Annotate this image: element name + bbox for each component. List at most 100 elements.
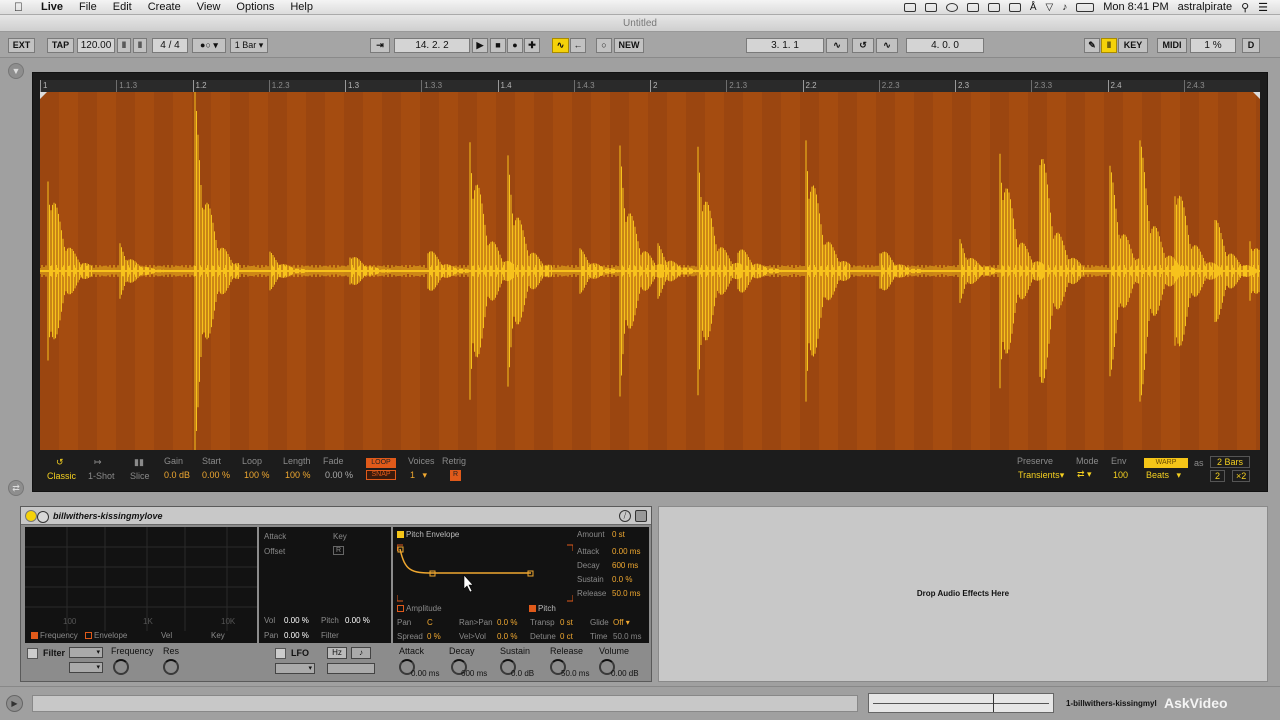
env-decay-value[interactable]: 600 ms <box>612 561 638 570</box>
filter-type-select[interactable]: ▾ <box>69 647 103 658</box>
back-to-arrangement-button[interactable]: ← <box>570 38 586 53</box>
list-icon[interactable]: ☰ <box>1258 1 1268 14</box>
nudge-down-button[interactable]: ‖ <box>117 38 131 53</box>
classic-mode-button[interactable]: Classic <box>47 471 76 481</box>
filter-frequency-knob[interactable] <box>113 659 129 675</box>
double-tempo-button[interactable]: ×2 <box>1232 470 1251 482</box>
record-button[interactable]: ● <box>507 38 523 53</box>
battery-icon[interactable] <box>1076 2 1095 12</box>
ranpan-value[interactable]: 0.0 % <box>497 618 517 627</box>
punch-in-button[interactable]: ∿ <box>826 38 848 53</box>
metronome-button[interactable]: ●○ ▾ <box>192 38 226 53</box>
menu-edit[interactable]: Edit <box>105 1 140 13</box>
start-marker[interactable] <box>40 92 47 99</box>
pitch-envelope-toggle[interactable]: Pitch Envelope <box>397 530 459 539</box>
lfo-sync-button[interactable]: ♪ <box>351 647 371 659</box>
transp-value[interactable]: 0 st <box>560 618 573 627</box>
gain-value[interactable]: 0.0 dB <box>164 470 190 480</box>
velvol-value[interactable]: 0.0 % <box>497 632 517 641</box>
browser-toggle-icon[interactable]: ▼ <box>8 63 24 79</box>
overdub-button[interactable]: ✚ <box>524 38 540 53</box>
automation-arm-button[interactable]: ∿ <box>552 38 569 53</box>
transient-loop-mode-select[interactable]: ⇄ ▾ <box>1077 469 1092 480</box>
play-button[interactable]: ▶ <box>472 38 488 53</box>
tab-amplitude[interactable]: Amplitude <box>397 604 442 613</box>
display-icon[interactable] <box>903 2 916 12</box>
filter-display[interactable]: 100 1K 10K Frequency Envelope Vel Key <box>25 527 257 643</box>
end-marker[interactable] <box>1253 92 1260 99</box>
one-shot-icon[interactable]: ↦ <box>94 457 102 468</box>
filter-res-knob[interactable] <box>163 659 179 675</box>
stop-button[interactable]: ■ <box>490 38 506 53</box>
search-icon[interactable]: ⚲ <box>1241 1 1249 14</box>
play-clip-icon[interactable]: ▶ <box>6 695 23 712</box>
sync-icon[interactable] <box>945 2 958 12</box>
fade-value[interactable]: 0.00 % <box>325 470 353 480</box>
slice-mode-button[interactable]: Slice <box>130 471 150 481</box>
filter-slope-select[interactable]: ▾ <box>69 662 103 673</box>
mod-vol-value[interactable]: 0.00 % <box>284 616 309 625</box>
pan-value[interactable]: C <box>427 618 433 627</box>
session-record-button[interactable]: ○ <box>596 38 612 53</box>
filter-toggle[interactable] <box>27 648 38 659</box>
tab-envelope[interactable]: Envelope <box>85 631 127 640</box>
lfo-toggle[interactable] <box>275 648 286 659</box>
new-button[interactable]: NEW <box>614 38 644 53</box>
env-release-value[interactable]: 50.0 ms <box>612 589 640 598</box>
device-title[interactable]: billwithers-kissingmylove <box>53 511 163 521</box>
device-hot-swap-icon[interactable]: ⧸ <box>619 510 631 522</box>
ext-button[interactable]: EXT <box>8 38 35 53</box>
time-signature-field[interactable]: 4 / 4 <box>152 38 188 53</box>
menu-options[interactable]: Options <box>228 1 282 13</box>
lfo-hz-button[interactable]: Hz <box>327 647 347 659</box>
mod-pitch-value[interactable]: 0.00 % <box>345 616 370 625</box>
menu-app-live[interactable]: Live <box>33 1 71 13</box>
loop-length-field[interactable]: 4. 0. 0 <box>906 38 984 53</box>
retrig-button[interactable]: R <box>450 470 461 481</box>
tab-key[interactable]: Key <box>211 631 225 640</box>
classic-icon[interactable]: ↺ <box>56 457 64 468</box>
quantization-select[interactable]: 1 Bar ▾ <box>230 38 268 53</box>
menu-help[interactable]: Help <box>282 1 321 13</box>
beat-ruler[interactable]: 1 1.1.3 1.2 1.2.3 1.3 1.3.3 1.4 1.4.3 2 2.1.3 2.2 2… <box>40 80 1260 92</box>
loop-switch-button[interactable]: ↺ <box>852 38 874 53</box>
follow-button[interactable]: ⇥ <box>370 38 390 53</box>
dropbox-icon[interactable] <box>1008 2 1021 12</box>
key-map-button[interactable]: KEY <box>1118 38 1148 53</box>
snap-toggle-button[interactable]: SNAP <box>366 470 396 480</box>
start-value[interactable]: 0.00 % <box>202 470 230 480</box>
volume-icon[interactable]: ♪ <box>1062 2 1067 13</box>
lfo-shape-select[interactable]: ▾ <box>275 663 315 674</box>
folder-icon[interactable] <box>987 2 1000 12</box>
warp-button[interactable]: WARP <box>1144 458 1188 468</box>
slice-icon[interactable]: ▮▮ <box>134 457 144 468</box>
midi-map-button[interactable]: MIDI <box>1157 38 1187 53</box>
tab-vel[interactable]: Vel <box>161 631 172 640</box>
detail-view-toggle-icon[interactable]: ⇄ <box>8 480 24 496</box>
tab-pitch[interactable]: Pitch <box>529 604 556 613</box>
loop-toggle-button[interactable]: LOOP <box>366 458 396 468</box>
amount-value[interactable]: 0 st <box>612 530 625 539</box>
loop-value[interactable]: 100 % <box>244 470 270 480</box>
nudge-up-button[interactable]: ‖ <box>133 38 147 53</box>
device-fold-icon[interactable] <box>37 511 49 523</box>
bars-field[interactable]: 2 Bars <box>1210 456 1251 468</box>
time-value[interactable]: 50.0 ms <box>613 632 641 641</box>
overview-scrollbar[interactable] <box>868 693 1054 713</box>
one-shot-mode-button[interactable]: 1-Shot <box>88 471 115 481</box>
punch-out-button[interactable]: ∿ <box>876 38 898 53</box>
warp-mode-select[interactable]: Beats ▾ <box>1146 470 1181 481</box>
spread-value[interactable]: 0 % <box>427 632 441 641</box>
menu-view[interactable]: View <box>189 1 229 13</box>
envelope-graph[interactable] <box>397 543 573 603</box>
loop-start-field[interactable]: 3. 1. 1 <box>746 38 824 53</box>
mod-pan-value[interactable]: 0.00 % <box>284 631 309 640</box>
waveform-display[interactable] <box>40 92 1260 450</box>
tab-frequency[interactable]: Frequency <box>31 631 78 640</box>
menu-file[interactable]: File <box>71 1 105 13</box>
wifi-icon[interactable]: ▽ <box>1046 2 1054 13</box>
length-value[interactable]: 100 % <box>285 470 311 480</box>
lfo-rate-field[interactable] <box>327 663 375 674</box>
menu-create[interactable]: Create <box>140 1 189 13</box>
voices-select[interactable]: 1 ▾ <box>410 470 427 481</box>
